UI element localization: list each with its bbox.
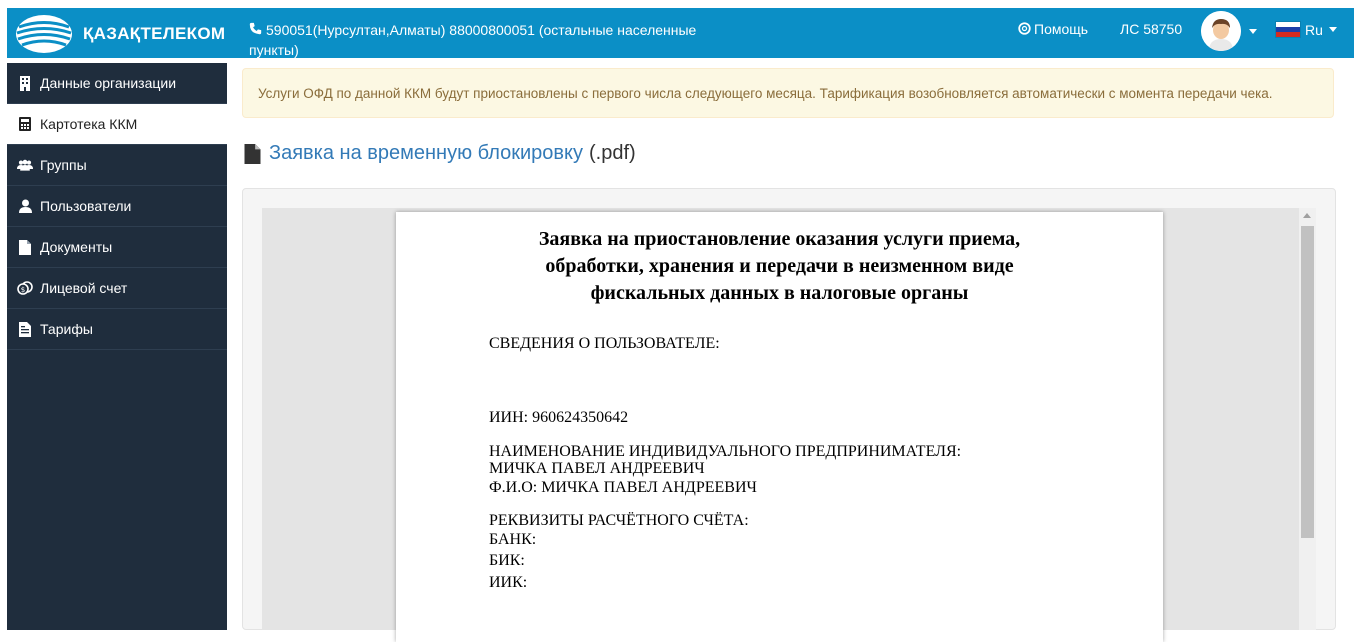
brand-logo[interactable]: ҚАЗАҚТЕЛЕКОМ — [15, 14, 225, 54]
avatar — [1201, 11, 1241, 51]
phone-text-line2: пункты) — [249, 42, 299, 58]
russia-flag-icon — [1275, 21, 1301, 38]
calculator-icon — [17, 116, 33, 132]
suspension-warning-alert: Услуги ОФД по данной ККМ будут приостано… — [242, 68, 1334, 118]
document-download-link[interactable]: Заявка на временную блокировку — [269, 142, 583, 165]
building-icon — [17, 75, 33, 91]
pdf-bik: БИК: — [489, 552, 525, 569]
user-icon — [17, 198, 33, 214]
pdf-scrollbar[interactable] — [1299, 208, 1316, 630]
sidebar-item-users[interactable]: Пользователи — [7, 186, 227, 227]
chevron-down-icon — [1328, 27, 1337, 32]
lifebuoy-icon — [1018, 22, 1031, 35]
sidebar-item-label: Группы — [40, 157, 87, 173]
pdf-user-info-heading: СВЕДЕНИЯ О ПОЛЬЗОВАТЕЛЕ: — [489, 335, 720, 352]
document-heading: Заявка на временную блокировку (.pdf) — [244, 142, 636, 165]
file-text-icon — [17, 321, 33, 337]
sidebar-item-kkm[interactable]: Картотека ККМ — [7, 104, 227, 145]
brand-name: ҚАЗАҚТЕЛЕКОМ — [83, 24, 226, 43]
sidebar-item-label: Документы — [40, 239, 113, 255]
chevron-down-icon — [1249, 28, 1257, 34]
coins-icon: $ — [17, 280, 33, 296]
scrollbar-thumb[interactable] — [1301, 226, 1314, 538]
help-link[interactable]: Помощь — [1018, 21, 1088, 37]
user-menu[interactable] — [1201, 11, 1257, 51]
language-selector[interactable]: Ru — [1275, 21, 1337, 38]
pdf-entrepreneur-heading: НАИМЕНОВАНИЕ ИНДИВИДУАЛЬНОГО ПРЕДПРИНИМА… — [489, 443, 962, 460]
pdf-bank: БАНК: — [489, 531, 537, 548]
phone-icon — [249, 20, 262, 40]
pdf-fio: Ф.И.О: МИЧКА ПАВЕЛ АНДРЕЕВИЧ — [489, 479, 757, 496]
sidebar-item-label: Данные организации — [40, 75, 177, 91]
language-label: Ru — [1305, 21, 1323, 38]
sidebar-item-label: Картотека ККМ — [40, 116, 138, 132]
pdf-title: Заявка на приостановление оказания услуг… — [396, 226, 1163, 307]
kazakhtelecom-logo-icon — [16, 15, 72, 53]
sidebar: Данные организации Картотека ККМ Группы … — [7, 63, 227, 630]
support-phone: 590051(Нурсултан,Алматы) 88000800051 (ос… — [249, 20, 719, 60]
sidebar-item-groups[interactable]: Группы — [7, 145, 227, 186]
pdf-title-line: Заявка на приостановление оказания услуг… — [538, 228, 1021, 250]
sidebar-item-label: Пользователи — [40, 198, 132, 214]
svg-text:$: $ — [21, 286, 25, 294]
pdf-iik: ИИК: — [489, 574, 528, 591]
pdf-page: Заявка на приостановление оказания услуг… — [396, 212, 1163, 642]
top-navbar: ҚАЗАҚТЕЛЕКОМ 590051(Нурсултан,Алматы) 88… — [7, 8, 1354, 58]
file-icon — [17, 239, 33, 255]
pdf-entrepreneur-name: МИЧКА ПАВЕЛ АНДРЕЕВИЧ — [489, 460, 705, 477]
file-icon — [244, 143, 261, 164]
document-extension: (.pdf) — [588, 142, 636, 164]
sidebar-item-organization[interactable]: Данные организации — [7, 63, 227, 104]
help-label: Помощь — [1034, 21, 1089, 37]
sidebar-item-tariffs[interactable]: Тарифы — [7, 309, 227, 350]
pdf-title-line: обработки, хранения и передачи в неизмен… — [545, 255, 1014, 277]
pdf-iin: ИИН: 960624350642 — [489, 409, 629, 426]
pdf-account-heading: РЕКВИЗИТЫ РАСЧЁТНОГО СЧЁТА: — [489, 512, 749, 529]
phone-text-line1: 590051(Нурсултан,Алматы) 88000800051 (ос… — [266, 22, 697, 38]
sidebar-item-label: Лицевой счет — [40, 280, 128, 296]
sidebar-item-label: Тарифы — [40, 321, 93, 337]
sidebar-item-documents[interactable]: Документы — [7, 227, 227, 268]
pdf-title-line: фискальных данных в налоговые органы — [590, 282, 969, 304]
account-number[interactable]: ЛС 58750 — [1120, 21, 1182, 37]
sidebar-item-account[interactable]: $ Лицевой счет — [7, 268, 227, 309]
scroll-up-arrow-icon[interactable] — [1303, 213, 1311, 218]
users-icon — [17, 157, 33, 173]
